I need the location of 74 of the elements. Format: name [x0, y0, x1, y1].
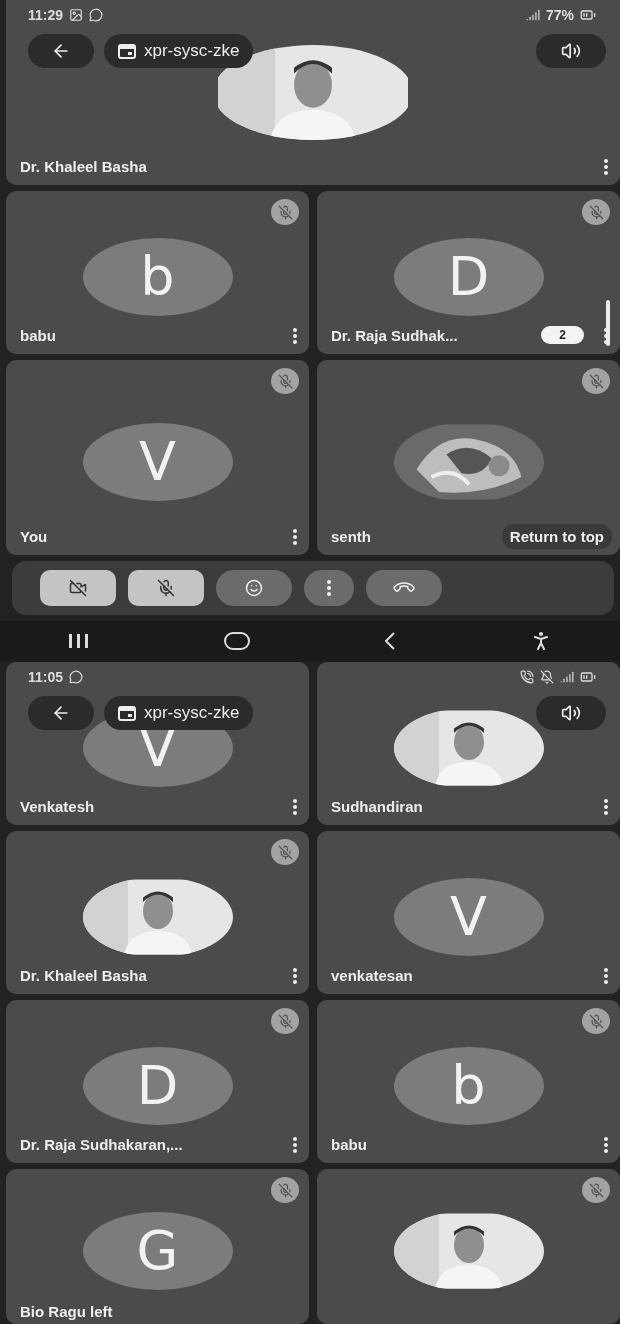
- avatar: b: [393, 1046, 544, 1125]
- speaker-icon: [561, 41, 581, 61]
- back-button[interactable]: [385, 631, 395, 650]
- avatar: D: [82, 1046, 233, 1125]
- bell-off-icon: [540, 670, 554, 684]
- clock-time: 11:05: [28, 669, 64, 685]
- smile-icon: [245, 579, 263, 598]
- video-tile[interactable]: [317, 1169, 620, 1324]
- phone-icon: [520, 670, 534, 684]
- hangup-button[interactable]: [366, 570, 442, 607]
- battery-level: 77%: [545, 7, 574, 23]
- avatar: D: [393, 237, 544, 316]
- signal-icon: [525, 8, 540, 22]
- more-icon[interactable]: [604, 1136, 608, 1153]
- mic-button[interactable]: [128, 570, 204, 607]
- notification-text: Bio Ragu left: [20, 1303, 113, 1320]
- participant-name: You: [20, 528, 48, 545]
- participant-name: Dr. Raja Sudhakaran,...: [20, 1136, 183, 1153]
- camera-button[interactable]: [40, 570, 116, 607]
- participant-name: babu: [331, 1136, 367, 1153]
- more-icon[interactable]: [604, 967, 608, 984]
- participant-name: babu: [20, 327, 56, 344]
- home-button[interactable]: [223, 630, 251, 651]
- mic-off-icon: [157, 579, 175, 598]
- image-icon: [69, 8, 84, 22]
- more-icon[interactable]: [327, 580, 331, 597]
- speaker-button[interactable]: [536, 696, 606, 730]
- clock-time: 11:29: [28, 7, 64, 23]
- reactions-button[interactable]: [216, 570, 292, 607]
- more-icon[interactable]: [293, 798, 297, 815]
- more-icon[interactable]: [293, 967, 297, 984]
- video-tile[interactable]: D Dr. Raja Sudhak... 2: [317, 191, 620, 354]
- more-icon[interactable]: [604, 158, 608, 175]
- participant-name: senth: [331, 528, 371, 545]
- chevron-left-icon: [385, 631, 395, 650]
- chat-icon: [89, 8, 104, 22]
- participant-name: Sudhandiran: [331, 798, 423, 815]
- participant-name: Venkatesh: [20, 798, 95, 815]
- speaker-button[interactable]: [536, 34, 606, 68]
- participant-name: Dr. Khaleel Basha: [20, 158, 147, 175]
- video-tile[interactable]: D Dr. Raja Sudhakaran,...: [6, 1000, 309, 1163]
- avatar: b: [82, 237, 233, 316]
- participant-name: Dr. Khaleel Basha: [20, 967, 147, 984]
- more-icon[interactable]: [293, 1136, 297, 1153]
- more-icon[interactable]: [293, 528, 297, 545]
- calendar-icon: [118, 43, 136, 59]
- battery-icon: [580, 7, 596, 23]
- more-icon[interactable]: [293, 327, 297, 344]
- more-icon[interactable]: [604, 798, 608, 815]
- battery-icon: [580, 669, 596, 685]
- avatar: V: [393, 877, 544, 956]
- video-tile[interactable]: b babu: [6, 191, 309, 354]
- participant-name: Dr. Raja Sudhak...: [331, 327, 458, 344]
- video-tile[interactable]: V You: [6, 360, 309, 555]
- recent-apps-button[interactable]: [67, 632, 89, 649]
- return-to-top-tooltip[interactable]: Return to top: [501, 524, 612, 549]
- video-tile[interactable]: b babu: [317, 1000, 620, 1163]
- count-badge: 2: [541, 326, 584, 344]
- calendar-icon: [118, 705, 136, 721]
- video-tile[interactable]: Sudhandiran: [317, 662, 620, 825]
- video-tile[interactable]: senth Return to top: [317, 360, 620, 555]
- scroll-indicator: [606, 300, 610, 346]
- video-tile[interactable]: V venkatesan: [317, 831, 620, 994]
- participant-name: venkatesan: [331, 967, 413, 984]
- chat-icon: [69, 670, 84, 684]
- more-button[interactable]: [304, 570, 354, 607]
- signal-icon: [560, 670, 574, 684]
- meeting-code-chip[interactable]: xpr-sysc-zke: [104, 34, 254, 68]
- meeting-code-chip[interactable]: xpr-sysc-zke: [104, 696, 254, 730]
- video-tile[interactable]: Dr. Khaleel Basha: [6, 831, 309, 994]
- avatar: G: [82, 1211, 233, 1290]
- avatar: V: [82, 422, 233, 501]
- speaker-icon: [561, 703, 581, 723]
- camera-off-icon: [69, 579, 87, 598]
